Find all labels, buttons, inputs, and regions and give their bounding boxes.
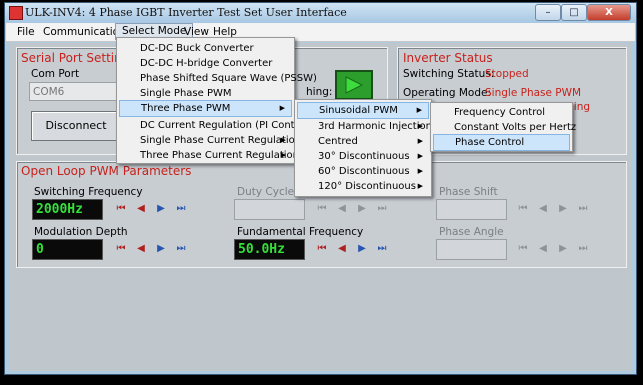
skip-last-icon[interactable]: ⏭	[174, 242, 188, 256]
skip-first-icon[interactable]: ⏮	[114, 242, 128, 256]
phase-angle-controls: ⏮ ◀ ▶ ⏭	[516, 242, 596, 256]
close-button[interactable]: X	[587, 4, 631, 21]
step-forward-icon: ▶	[358, 203, 366, 214]
sinusoidal-pwm-submenu: Frequency Control Constant Volts per Her…	[430, 102, 576, 152]
phase-angle-label: Phase Angle	[439, 226, 504, 238]
pwm-parameters-title: Open Loop PWM Parameters	[21, 164, 192, 178]
skip-last-icon: ⏭	[377, 203, 387, 214]
operating-mode-value: Single Phase PWM	[485, 87, 582, 99]
switching-status-label: Switching Status:	[403, 68, 495, 80]
skip-last-icon: ⏭	[578, 203, 588, 214]
switching-frequency-display: 2000Hz	[32, 199, 103, 220]
serial-port-title: Serial Port Setting	[21, 51, 130, 65]
skip-first-icon: ⏮	[518, 203, 528, 214]
skip-last-icon[interactable]: ⏭	[174, 202, 188, 216]
menu-item-three-phase-current[interactable]: Three Phase Current Regulation ▶	[119, 147, 299, 164]
phase-shift-display	[436, 199, 507, 220]
maximize-button[interactable]: □	[561, 4, 587, 21]
select-mode-menu: DC-DC Buck Converter DC-DC H-bridge Conv…	[116, 37, 317, 164]
submenu-arrow-icon: ▶	[417, 182, 423, 190]
fundamental-frequency-display: 50.0Hz	[234, 239, 305, 260]
minimize-button[interactable]: –	[535, 4, 561, 21]
skip-first-icon[interactable]: ⏮	[315, 242, 329, 256]
step-back-icon[interactable]: ◀	[134, 242, 148, 256]
switching-frequency-controls: ⏮ ◀ ▶ ⏭	[114, 202, 194, 216]
fundamental-frequency-controls: ⏮ ◀ ▶ ⏭	[315, 242, 395, 256]
submenu-arrow-icon: ▶	[280, 151, 286, 159]
menu-item-label: 30° Discontinuous	[318, 151, 410, 162]
app-icon	[9, 6, 23, 20]
window-title: ULK-INV4: 4 Phase IGBT Inverter Test Set…	[25, 6, 347, 19]
skip-first-icon: ⏮	[317, 203, 327, 214]
duty-cycle-display	[234, 199, 305, 220]
step-forward-icon: ▶	[559, 243, 567, 254]
menu-item-label: 120° Discontinuous	[318, 181, 416, 192]
menu-item-label: Three Phase Current Regulation	[140, 150, 299, 161]
step-back-icon[interactable]: ◀	[134, 202, 148, 216]
title-bar: ULK-INV4: 4 Phase IGBT Inverter Test Set…	[5, 3, 636, 23]
step-back-icon: ◀	[539, 203, 547, 214]
phase-shift-controls: ⏮ ◀ ▶ ⏭	[516, 202, 596, 216]
modulation-depth-controls: ⏮ ◀ ▶ ⏭	[114, 242, 194, 256]
step-back-icon: ◀	[539, 243, 547, 254]
submenu-arrow-icon: ▶	[416, 106, 422, 114]
main-panel: Serial Port Setting Com Port COM6 Discon…	[10, 43, 631, 371]
menu-item-120-discontinuous[interactable]: 120° Discontinuous ▶	[297, 178, 429, 195]
phase-angle-display	[436, 239, 507, 260]
duty-cycle-label: Duty Cycle	[237, 186, 295, 198]
modulation-depth-label: Modulation Depth	[34, 226, 128, 238]
menu-item-label: Three Phase PWM	[141, 103, 231, 114]
step-back-icon[interactable]: ◀	[335, 242, 349, 256]
step-forward-icon[interactable]: ▶	[355, 242, 369, 256]
submenu-arrow-icon: ▶	[279, 104, 285, 112]
menu-item-label: Single Phase Current Regulation	[140, 135, 302, 146]
skip-last-icon: ⏭	[578, 243, 588, 254]
com-port-label: Com Port	[31, 68, 80, 80]
inverter-status-title: Inverter Status	[403, 51, 493, 65]
step-back-icon: ◀	[338, 203, 346, 214]
skip-first-icon[interactable]: ⏮	[114, 202, 128, 216]
switching-status-value: Stopped	[485, 68, 529, 80]
step-forward-icon: ▶	[559, 203, 567, 214]
step-forward-icon[interactable]: ▶	[154, 242, 168, 256]
skip-first-icon: ⏮	[518, 243, 528, 254]
phase-shift-label: Phase Shift	[439, 186, 498, 198]
duty-cycle-controls: ⏮ ◀ ▶ ⏭	[315, 202, 395, 216]
menu-item-label: Centred	[318, 136, 358, 147]
disconnect-button[interactable]: Disconnect	[31, 111, 121, 141]
switching-frequency-label: Switching Frequency	[34, 186, 143, 198]
skip-last-icon[interactable]: ⏭	[375, 242, 389, 256]
menu-item-phase-control[interactable]: Phase Control	[433, 134, 570, 151]
step-forward-icon[interactable]: ▶	[154, 202, 168, 216]
menu-bar: File Communications Select Mode View Hel…	[6, 23, 635, 42]
menu-item-label: 3rd Harmonic Injection	[318, 121, 432, 132]
switching-label: hing:	[306, 86, 333, 98]
play-icon	[345, 76, 364, 94]
menu-item-label: 60° Discontinuous	[318, 166, 410, 177]
menu-item-sinusoidal-pwm[interactable]: Sinusoidal PWM ▶	[297, 102, 429, 119]
operating-mode-label: Operating Mode:	[403, 87, 491, 99]
menu-item-three-phase-pwm[interactable]: Three Phase PWM ▶	[119, 100, 292, 117]
fundamental-frequency-label: Fundamental Frequency	[237, 226, 364, 238]
menu-item-label: Sinusoidal PWM	[319, 105, 398, 116]
com-port-select[interactable]: COM6	[29, 82, 119, 101]
three-phase-pwm-submenu: Sinusoidal PWM ▶ 3rd Harmonic Injection …	[294, 99, 432, 197]
modulation-depth-display: 0	[32, 239, 103, 260]
start-switching-button[interactable]	[335, 70, 373, 100]
